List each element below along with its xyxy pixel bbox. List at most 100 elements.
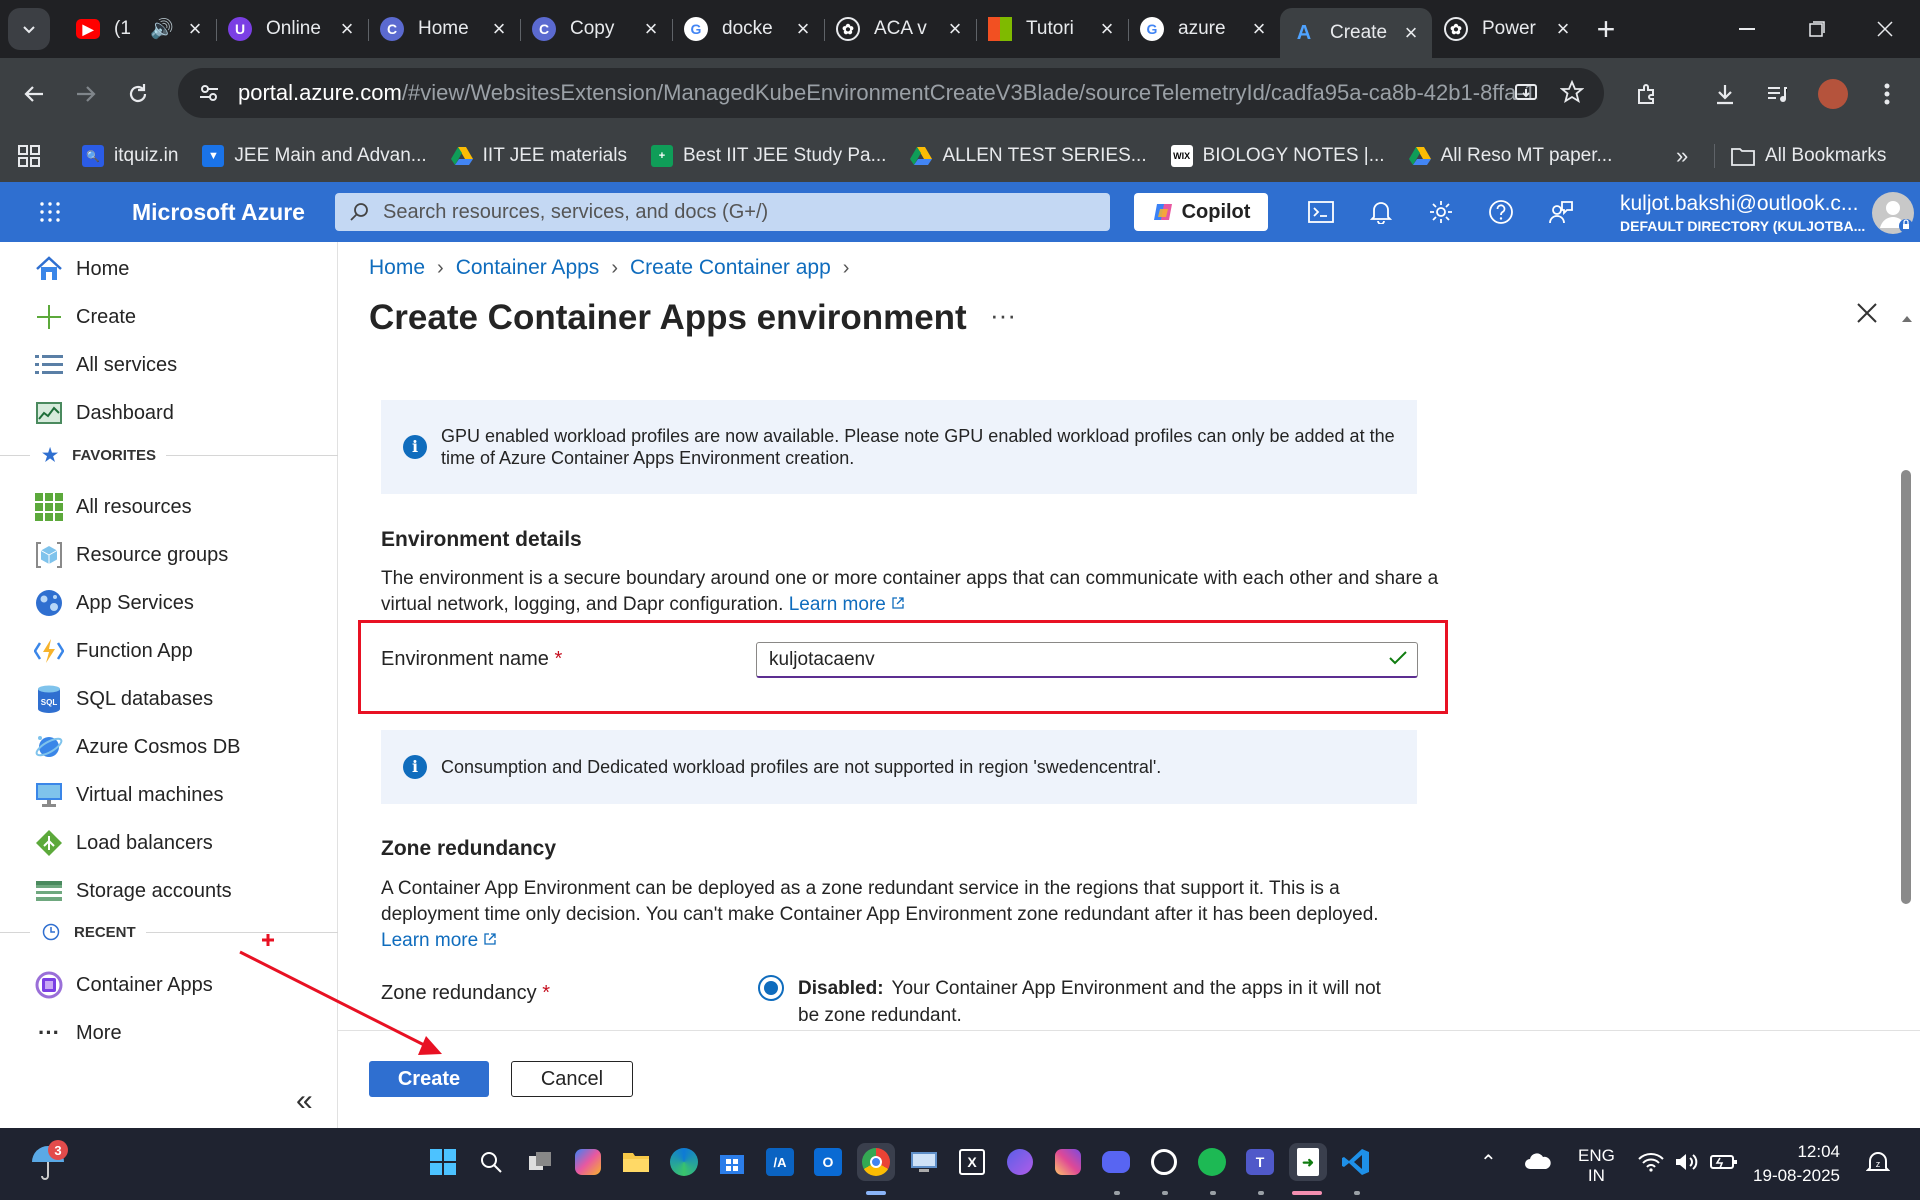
reload-button[interactable] <box>112 83 164 105</box>
close-tab-icon[interactable]: × <box>184 16 206 42</box>
azure-brand[interactable]: Microsoft Azure <box>132 199 305 226</box>
close-tab-icon[interactable]: × <box>1552 16 1574 42</box>
media-button[interactable] <box>1752 58 1802 130</box>
breadcrumb-create-container-app[interactable]: Create Container app <box>630 256 831 280</box>
minimize-button[interactable] <box>1712 0 1782 58</box>
cancel-button[interactable]: Cancel <box>511 1061 633 1097</box>
sidebar-item-sql-databases[interactable]: SQL SQL databases <box>34 683 213 715</box>
sidebar-item-all-resources[interactable]: All resources <box>34 491 192 523</box>
create-button[interactable]: Create <box>369 1061 489 1097</box>
settings-button[interactable] <box>1426 197 1456 227</box>
scroll-thumb[interactable] <box>1901 470 1911 904</box>
all-bookmarks-folder[interactable]: All Bookmarks <box>1714 144 1886 168</box>
profile-button[interactable] <box>1808 58 1858 130</box>
restore-button[interactable] <box>1782 0 1852 58</box>
discord-icon[interactable] <box>1097 1143 1135 1181</box>
close-blade-button[interactable] <box>1856 302 1878 324</box>
edge-browser-icon[interactable] <box>665 1143 703 1181</box>
close-tab-icon[interactable]: × <box>944 16 966 42</box>
bookmark-star-icon[interactable] <box>1560 80 1584 104</box>
notifications-button[interactable] <box>1366 197 1396 227</box>
bookmark-item[interactable]: ALLEN TEST SERIES... <box>910 145 1147 167</box>
instagram-icon[interactable] <box>1049 1143 1087 1181</box>
close-window-button[interactable] <box>1850 0 1920 58</box>
browser-menu-button[interactable] <box>1862 58 1912 130</box>
apps-shortcut[interactable] <box>18 145 40 167</box>
close-tab-icon[interactable]: × <box>336 16 358 42</box>
microsoft-store-icon[interactable] <box>713 1143 751 1181</box>
clock[interactable]: 12:04 19-08-2025 <box>1740 1140 1840 1188</box>
zone-redundancy-disabled-radio[interactable] <box>758 975 784 1001</box>
feedback-button[interactable] <box>1546 197 1576 227</box>
more-actions-button[interactable]: ··· <box>990 300 1016 331</box>
openai-app-icon[interactable] <box>1145 1143 1183 1181</box>
sidebar-item-load-balancers[interactable]: Load balancers <box>34 827 213 859</box>
sidebar-item-container-apps[interactable]: Container Apps <box>34 969 213 1001</box>
site-settings-icon[interactable] <box>198 82 220 104</box>
teams-icon[interactable]: T <box>1241 1143 1279 1181</box>
volume-icon[interactable] <box>1674 1152 1700 1172</box>
browser-tab[interactable]: C Home × <box>368 8 520 50</box>
collapse-sidebar-button[interactable]: « <box>296 1084 313 1118</box>
close-tab-icon[interactable]: × <box>1096 16 1118 42</box>
bookmark-item[interactable]: + Best IIT JEE Study Pa... <box>650 145 886 167</box>
address-bar[interactable]: portal.azure.com/#view/WebsitesExtension… <box>178 68 1604 118</box>
language-indicator[interactable]: ENG IN <box>1578 1146 1615 1186</box>
remote-desktop-icon[interactable] <box>905 1143 943 1181</box>
browser-tab-active[interactable]: A Create × <box>1280 8 1432 58</box>
learn-more-link[interactable]: Learn more <box>789 594 905 615</box>
copilot-app-icon[interactable] <box>569 1143 607 1181</box>
onedrive-icon[interactable] <box>1524 1152 1552 1170</box>
show-hidden-icons-button[interactable]: ⌃ <box>1480 1150 1497 1175</box>
sidebar-item-all-services[interactable]: All services <box>34 349 177 381</box>
sidebar-item-storage-accounts[interactable]: Storage accounts <box>34 875 232 907</box>
notification-center-icon[interactable]: z <box>1866 1150 1890 1176</box>
global-search-input[interactable]: Search resources, services, and docs (G+… <box>335 193 1110 231</box>
wifi-icon[interactable] <box>1638 1152 1664 1172</box>
close-tab-icon[interactable]: × <box>792 16 814 42</box>
bookmark-item[interactable]: IIT JEE materials <box>450 145 627 167</box>
bookmark-item[interactable]: ▼ JEE Main and Advan... <box>202 145 427 167</box>
cloud-shell-button[interactable] <box>1306 197 1336 227</box>
file-explorer-icon[interactable] <box>617 1143 655 1181</box>
browser-tab[interactable]: Tutori × <box>976 8 1128 50</box>
account-menu[interactable]: kuljot.bakshi@outlook.c... DEFAULT DIREC… <box>1620 192 1865 234</box>
browser-tab[interactable]: U Online × <box>216 8 368 50</box>
copilot-button[interactable]: Copilot <box>1134 193 1268 231</box>
sidebar-item-resource-groups[interactable]: Resource groups <box>34 539 228 571</box>
sidebar-item-home[interactable]: Home <box>34 253 129 285</box>
downloads-button[interactable] <box>1700 58 1750 130</box>
bookmark-item[interactable]: 🔍 itquiz.in <box>82 145 178 167</box>
new-tab-button[interactable]: + <box>1584 11 1628 48</box>
close-tab-icon[interactable]: × <box>1400 20 1422 46</box>
browser-tab[interactable]: G docke × <box>672 8 824 50</box>
visual-studio-icon[interactable]: /A <box>761 1143 799 1181</box>
sidebar-item-function-app[interactable]: Function App <box>34 635 193 667</box>
sidebar-item-dashboard[interactable]: Dashboard <box>34 397 174 429</box>
outlook-icon[interactable]: O <box>809 1143 847 1181</box>
close-tab-icon[interactable]: × <box>640 16 662 42</box>
avatar[interactable] <box>1872 192 1914 234</box>
clipchamp-icon[interactable] <box>1001 1143 1039 1181</box>
browser-tab[interactable]: ✿ ACA v × <box>824 8 976 50</box>
sidebar-item-create[interactable]: Create <box>34 301 136 333</box>
breadcrumb-home[interactable]: Home <box>369 256 425 280</box>
browser-tab[interactable]: C Copy × <box>520 8 672 50</box>
sidebar-item-app-services[interactable]: App Services <box>34 587 194 619</box>
tab-search-button[interactable] <box>8 8 50 50</box>
vscode-icon[interactable] <box>1337 1143 1375 1181</box>
help-button[interactable] <box>1486 197 1516 227</box>
battery-icon[interactable] <box>1710 1152 1738 1172</box>
portal-menu-button[interactable] <box>38 200 62 224</box>
excel-like-icon[interactable]: X <box>953 1143 991 1181</box>
bookmark-item[interactable]: All Reso MT paper... <box>1408 145 1612 167</box>
browser-tab[interactable]: ✿ Power × <box>1432 8 1584 50</box>
back-button[interactable] <box>8 83 60 105</box>
close-tab-icon[interactable]: × <box>488 16 510 42</box>
more-bookmarks-button[interactable]: » <box>1676 143 1688 169</box>
notepad-app-icon[interactable]: ➜ <box>1289 1143 1327 1181</box>
spotify-icon[interactable] <box>1193 1143 1231 1181</box>
browser-tab[interactable]: G azure × <box>1128 8 1280 50</box>
task-view-button[interactable] <box>521 1143 559 1181</box>
forward-button[interactable] <box>60 83 112 105</box>
